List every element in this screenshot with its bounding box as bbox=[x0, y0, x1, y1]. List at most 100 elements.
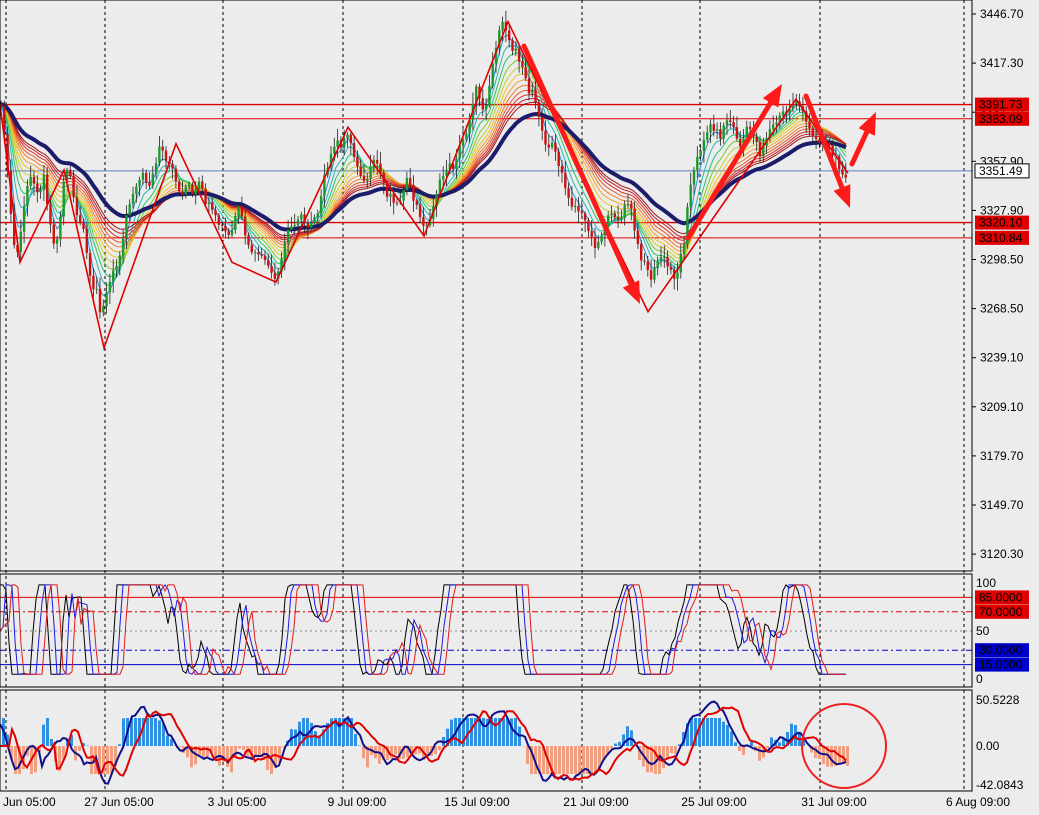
macd-tick-label: 0.00 bbox=[976, 739, 1000, 753]
candle-body bbox=[20, 232, 22, 252]
candle-body bbox=[574, 206, 576, 207]
macd-hist-bar bbox=[258, 746, 261, 755]
candle-body bbox=[709, 124, 711, 132]
macd-hist-bar bbox=[494, 718, 497, 746]
price-axis: 3446.703417.303387.703357.903327.903298.… bbox=[972, 7, 1029, 792]
candle-body bbox=[76, 197, 78, 215]
candle-body bbox=[660, 257, 662, 261]
candle-body bbox=[422, 217, 424, 226]
candle-body bbox=[841, 169, 843, 174]
macd-hist-bar bbox=[674, 746, 677, 754]
osc-tick-label: 50 bbox=[976, 624, 990, 638]
price-tick-label: 3209.10 bbox=[980, 400, 1024, 414]
macd-hist-bar bbox=[710, 718, 713, 746]
candle-body bbox=[614, 213, 616, 217]
macd-hist-bar bbox=[778, 742, 781, 746]
macd-hist-bar bbox=[118, 744, 121, 746]
macd-hist-bar bbox=[610, 746, 613, 748]
macd-hist-bar bbox=[738, 746, 741, 751]
candle-body bbox=[739, 139, 741, 147]
candle-body bbox=[511, 40, 513, 51]
candle-body bbox=[307, 223, 309, 227]
macd-hist-bar bbox=[626, 726, 629, 746]
candle-body bbox=[610, 213, 612, 215]
oscillator-pane bbox=[0, 585, 972, 674]
candle-body bbox=[531, 90, 533, 94]
candle-body bbox=[23, 206, 25, 231]
candle-body bbox=[92, 276, 94, 289]
time-tick-label: 9 Jul 09:00 bbox=[328, 795, 387, 809]
level-tag: 3391.73 bbox=[975, 98, 1029, 112]
candle-body bbox=[653, 268, 655, 280]
candle-body bbox=[706, 133, 708, 140]
candle-body bbox=[300, 214, 302, 219]
macd-hist-bar bbox=[730, 732, 733, 746]
macd-hist-bar bbox=[846, 746, 849, 766]
candle-body bbox=[297, 220, 299, 226]
candle-body bbox=[313, 217, 315, 223]
macd-hist-bar bbox=[310, 723, 313, 746]
arrow-down-1-head bbox=[623, 280, 640, 304]
candle-body bbox=[690, 185, 692, 207]
chart-window[interactable]: 3446.703417.303387.703357.903327.903298.… bbox=[0, 0, 1039, 810]
macd-tick-label: 50.5228 bbox=[976, 693, 1020, 707]
candle-body bbox=[409, 178, 411, 185]
candle-body bbox=[310, 223, 312, 228]
candle-body bbox=[188, 185, 190, 187]
candle-body bbox=[162, 147, 164, 151]
macd-hist-bar bbox=[378, 746, 381, 764]
candle-body bbox=[195, 189, 197, 194]
candle-body bbox=[257, 252, 259, 254]
candle-body bbox=[221, 225, 223, 226]
macd-hist-bar bbox=[166, 736, 169, 746]
chart-canvas[interactable]: 3446.703417.303387.703357.903327.903298.… bbox=[0, 0, 1039, 810]
macd-hist-bar bbox=[42, 725, 45, 746]
candle-body bbox=[148, 182, 150, 186]
macd-hist-bar bbox=[574, 746, 577, 774]
candle-body bbox=[49, 204, 51, 224]
candle-body bbox=[343, 138, 345, 147]
macd-hist-bar bbox=[566, 746, 569, 774]
macd-hist-bar bbox=[618, 742, 621, 746]
candle-body bbox=[132, 194, 134, 204]
candle-body bbox=[683, 244, 685, 253]
candle-body bbox=[561, 166, 563, 173]
candle-body bbox=[211, 203, 213, 210]
candle-body bbox=[845, 175, 847, 178]
candle-body bbox=[270, 266, 272, 273]
candle-body bbox=[198, 181, 200, 189]
macd-hist-bar bbox=[766, 746, 769, 748]
current-price-tag: 3351.49 bbox=[979, 164, 1023, 178]
macd-hist-bar bbox=[226, 746, 229, 767]
candle-body bbox=[244, 217, 246, 236]
candle-body bbox=[129, 204, 131, 215]
osc-level-tag: 15.0000 bbox=[979, 658, 1023, 672]
candle-body bbox=[63, 181, 65, 216]
macd-hist-bar bbox=[758, 746, 761, 761]
candle-body bbox=[171, 164, 173, 169]
candle-body bbox=[541, 117, 543, 131]
candle-body bbox=[39, 190, 41, 192]
macd-hist-bar bbox=[714, 718, 717, 746]
candle-body bbox=[406, 178, 408, 190]
candle-body bbox=[72, 176, 74, 197]
candle-body bbox=[564, 173, 566, 188]
macd-hist-bar bbox=[390, 746, 393, 758]
candle-body bbox=[571, 198, 573, 207]
candle-body bbox=[376, 160, 378, 164]
candle-body bbox=[442, 176, 444, 180]
candle-body bbox=[587, 220, 589, 231]
candle-body bbox=[26, 186, 28, 206]
macd-hist-bar bbox=[690, 718, 693, 746]
candle-body bbox=[112, 271, 114, 282]
osc-line-0 bbox=[0, 585, 846, 674]
macd-hist-bar bbox=[742, 746, 745, 755]
macd-hist-bar bbox=[482, 718, 485, 746]
price-tick-label: 3417.30 bbox=[980, 56, 1024, 70]
macd-hist-bar bbox=[206, 746, 209, 756]
macd-hist-bar bbox=[578, 746, 581, 774]
osc-line-2 bbox=[0, 585, 846, 674]
time-tick-label: 27 Jun 05:00 bbox=[84, 795, 154, 809]
level-tag-text: 3320.10 bbox=[979, 216, 1023, 230]
macd-hist-bar bbox=[750, 742, 753, 746]
